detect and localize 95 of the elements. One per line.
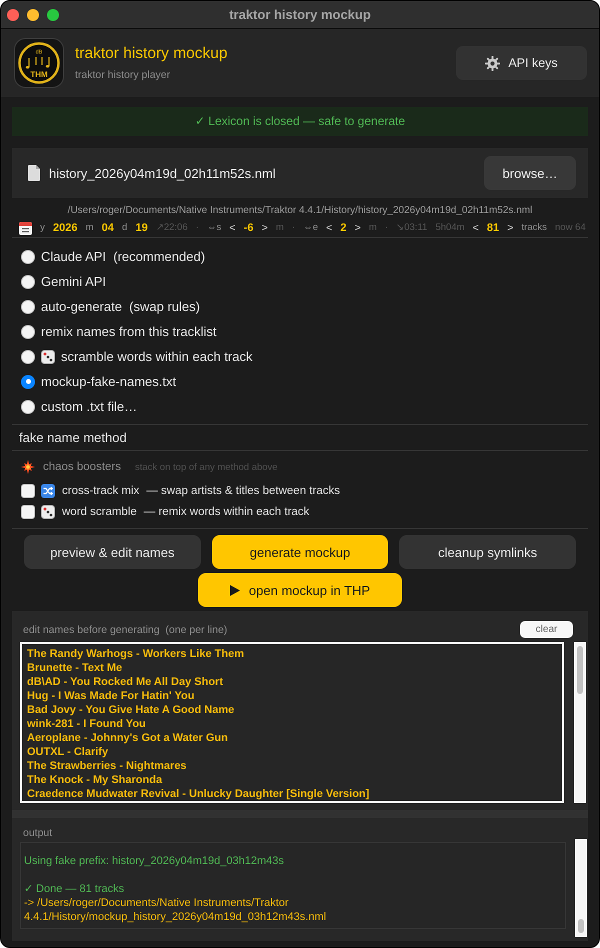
info-text: m <box>368 222 377 234</box>
action-button[interactable]: generate mockup <box>212 535 388 569</box>
info-text: now 64 <box>555 222 586 234</box>
close-button[interactable] <box>7 8 19 20</box>
info-text: 5h04m <box>435 222 464 234</box>
file-path: /Users/roger/Documents/Native Instruments/Traktor 4.4.1/History/history_2026y04m19d_02h11m52s.nml <box>66 205 534 217</box>
app-subtitle: traktor history player <box>75 69 172 81</box>
text-line: Hug - I Was Made For Hatin' You <box>27 689 196 703</box>
scrollbar-thumb[interactable] <box>577 646 583 694</box>
browse-button[interactable]: browse… <box>484 156 576 190</box>
settings-icon <box>485 56 500 70</box>
section-title: chaos boosters <box>43 461 121 473</box>
log-line: ✓ Done — 81 tracks <box>24 882 126 896</box>
date-value: 04 <box>102 222 114 234</box>
stepper-button[interactable]: < <box>472 222 479 234</box>
radio-button[interactable] <box>21 400 35 414</box>
date-value: 2 <box>340 222 346 234</box>
checkbox[interactable] <box>21 504 35 518</box>
panel-label: output <box>23 827 52 839</box>
option-label[interactable]: remix names from this tracklist <box>41 324 217 339</box>
option-label[interactable]: auto-generate (swap rules) <box>41 299 200 314</box>
window-title: traktor history mockup <box>229 7 371 22</box>
zoom-button[interactable] <box>47 8 59 20</box>
text-line: Aeroplane - Johnny's Got a Water Gun <box>27 731 229 745</box>
open-button[interactable]: open mockup in THP <box>198 573 402 607</box>
text-line: Craedence Mudwater Revival - Unlucky Daughter [Single Version] <box>27 787 370 801</box>
date-value: 19 <box>135 222 148 234</box>
text-line: The Randy Warhogs - Workers Like Them <box>27 647 245 661</box>
date-value: 81 <box>486 222 500 234</box>
info-text: ↘03:11 <box>396 222 428 234</box>
text-line: dB\AD - You Rocked Me All Day Short <box>27 675 224 689</box>
date-label: ⇔s <box>207 222 222 234</box>
dice-icon <box>41 350 55 364</box>
minimize-button[interactable] <box>27 8 39 20</box>
play-icon <box>230 584 240 596</box>
scrollbar[interactable] <box>574 642 586 803</box>
stepper-button[interactable]: > <box>354 222 361 234</box>
calendar-icon <box>19 222 32 234</box>
date-label: ⇔e <box>303 222 318 234</box>
file-name: history_2026y04m19d_02h11m52s.nml <box>49 166 276 180</box>
text-line: The Knock - My Sharonda <box>27 773 164 787</box>
stepper-button[interactable]: < <box>229 222 236 234</box>
option-label[interactable]: custom .txt file… <box>41 399 138 414</box>
radio-button[interactable] <box>21 250 35 264</box>
stepper-button[interactable]: > <box>507 222 514 234</box>
radio-button[interactable] <box>21 324 35 338</box>
section-label: fake name method <box>18 429 128 447</box>
separator-dot: · <box>196 222 199 234</box>
text-line: The Strawberries - Nightmares <box>27 759 188 773</box>
log-line: 4.4.1/History/mockup_history_2026y04m19d_03h12m43s.nml <box>24 910 328 924</box>
separator-dot: · <box>292 222 296 234</box>
text-line: wink-281 - I Found You <box>27 717 147 731</box>
option-description: — swap artists & titles between tracks <box>146 484 340 496</box>
date-value: 2026 <box>53 222 78 234</box>
scrollbar[interactable] <box>575 839 587 937</box>
option-description: — remix words within each track <box>144 506 310 518</box>
text-line: OUTXL - Clarify <box>27 745 110 759</box>
stepper-button[interactable]: > <box>262 222 268 234</box>
text-line: Bad Jovy - You Give Hate A Good Name <box>27 703 236 717</box>
file-icon <box>28 165 40 181</box>
radio-button[interactable] <box>21 300 35 314</box>
date-label: tracks <box>522 222 547 234</box>
radio-button[interactable] <box>21 350 35 364</box>
option-label[interactable]: Claude API (recommended) <box>41 249 206 264</box>
date-value: -6 <box>244 222 254 234</box>
radio-button[interactable] <box>21 374 35 388</box>
option-name[interactable]: word scramble <box>62 506 137 518</box>
log-line: Using fake prefix: history_2026y04m19d_03h12m43s <box>24 854 285 868</box>
date-label: d <box>122 222 128 234</box>
date-label: m <box>86 222 94 234</box>
log-line: -> /Users/roger/Documents/Native Instruments/Traktor <box>24 896 290 910</box>
option-name[interactable]: cross-track mix <box>62 484 140 496</box>
api-keys-button[interactable]: API keys <box>456 46 587 80</box>
action-button[interactable]: preview & edit names <box>24 535 201 569</box>
action-button[interactable]: cleanup symlinks <box>399 535 576 569</box>
explosion-icon <box>21 460 35 474</box>
info-text: m <box>276 222 284 234</box>
option-label[interactable]: Gemini API <box>41 274 106 289</box>
separator-dot: · <box>384 222 388 234</box>
option-label[interactable]: mockup-fake-names.txt <box>41 374 176 389</box>
date-label: y <box>40 222 45 234</box>
stepper-button[interactable]: < <box>326 222 332 234</box>
text-line: Brunette - Text Me <box>27 661 124 675</box>
info-text: ↗22:06 <box>156 222 188 234</box>
app-title: traktor history mockup <box>75 45 228 63</box>
shuffle-icon <box>41 484 55 498</box>
radio-button[interactable] <box>21 274 35 288</box>
names-editor[interactable] <box>20 642 564 803</box>
dice-icon <box>41 504 55 518</box>
panel-label: edit names before generating (one per line) <box>23 624 228 636</box>
checkbox[interactable] <box>21 484 35 498</box>
clear-button[interactable]: clear <box>520 621 573 638</box>
status-banner: ✓ Lexicon is closed — safe to generate <box>12 107 588 136</box>
option-label[interactable]: scramble words within each track <box>61 349 252 364</box>
scrollbar-thumb[interactable] <box>578 919 584 933</box>
